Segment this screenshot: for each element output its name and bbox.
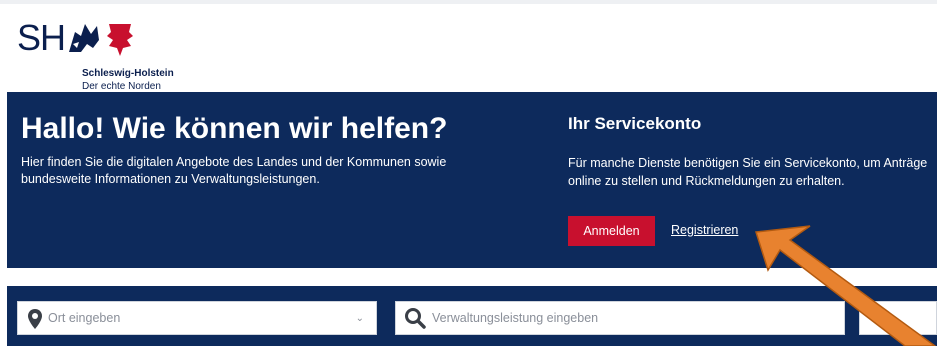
hero-description: Hier finden Sie die digitalen Angebote d… bbox=[21, 155, 447, 186]
register-link[interactable]: Registrieren bbox=[671, 223, 738, 237]
search-icon bbox=[405, 308, 426, 329]
logo-tagline: Der echte Norden bbox=[82, 81, 161, 92]
chevron-down-icon: ⌄ bbox=[355, 313, 364, 324]
search-submit-button[interactable] bbox=[859, 301, 937, 335]
service-search-input[interactable]: Verwaltungsleistung eingeben bbox=[395, 301, 845, 335]
logo-state-name: Schleswig-Holstein bbox=[82, 68, 174, 79]
servicekonto-description: Für manche Dienste benötigen Sie ein Ser… bbox=[568, 156, 928, 188]
page-title: Hallo! Wie können wir helfen? bbox=[21, 112, 448, 145]
search-bar: Ort eingeben ⌄ Verwaltungsleistung einge… bbox=[7, 286, 937, 346]
login-button[interactable]: Anmelden bbox=[568, 216, 655, 246]
service-placeholder: Verwaltungsleistung eingeben bbox=[432, 311, 599, 325]
map-pin-icon bbox=[28, 309, 42, 329]
servicekonto-title: Ihr Servicekonto bbox=[568, 114, 702, 133]
logo-abbreviation: SH bbox=[17, 17, 66, 58]
coat-of-arms-icon bbox=[69, 24, 133, 56]
site-header: SH Schleswig-Holstein Der echte Norden bbox=[0, 4, 937, 92]
section-gap bbox=[7, 268, 937, 286]
hero-banner: Hallo! Wie können wir helfen? Hier finde… bbox=[7, 92, 937, 268]
location-placeholder: Ort eingeben bbox=[48, 311, 121, 325]
location-select[interactable]: Ort eingeben ⌄ bbox=[17, 301, 377, 335]
